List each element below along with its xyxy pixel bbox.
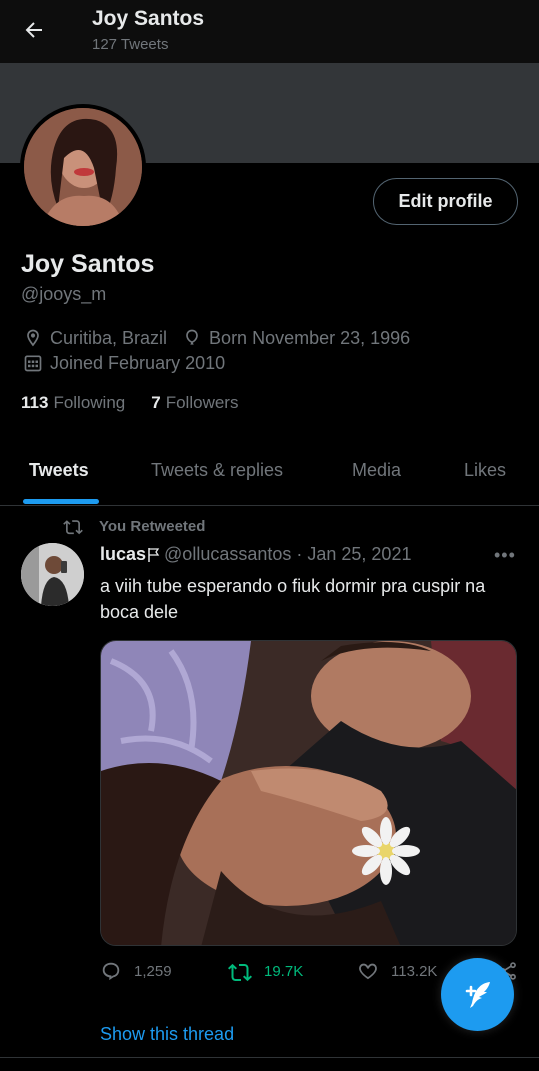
flag-icon: [147, 547, 161, 563]
retweet-button[interactable]: 19.7K: [228, 960, 303, 982]
retweet-context-label: You Retweeted: [99, 517, 206, 535]
reply-button[interactable]: 1,259: [100, 960, 172, 982]
edit-profile-button[interactable]: Edit profile: [373, 178, 518, 225]
following-label: Following: [53, 393, 126, 412]
profile-avatar[interactable]: [20, 104, 146, 230]
tweet-author-name[interactable]: lucas: [100, 544, 146, 565]
profile-meta-row-2: Joined February 2010: [22, 352, 225, 374]
profile-name: Joy Santos: [21, 250, 155, 278]
following-count: 113: [21, 393, 49, 412]
followers-link[interactable]: 7 Followers: [151, 393, 238, 413]
location-pin-icon: [22, 327, 44, 349]
compose-tweet-button[interactable]: [441, 958, 514, 1031]
like-count: 113.2K: [391, 962, 438, 980]
tweet-media-image[interactable]: [100, 640, 517, 946]
tab-likes[interactable]: Likes: [464, 460, 506, 481]
retweet-context: You Retweeted: [63, 517, 205, 535]
profile-tabs: Tweets Tweets & replies Media Likes: [0, 440, 539, 506]
more-icon[interactable]: •••: [494, 545, 516, 566]
reply-count: 1,259: [134, 962, 172, 980]
retweet-count: 19.7K: [264, 962, 304, 980]
active-tab-indicator: [23, 499, 99, 504]
tweet-author-handle[interactable]: @ollucassantos: [164, 544, 291, 565]
header-title: Joy Santos: [92, 7, 205, 30]
profile-handle: @jooys_m: [21, 284, 107, 304]
retweet-icon: [63, 517, 83, 535]
tweet-date[interactable]: Jan 25, 2021: [307, 544, 411, 565]
retweet-icon: [228, 960, 252, 982]
arrow-left-icon: [25, 22, 42, 38]
reply-icon: [100, 960, 122, 982]
tab-tweets-replies[interactable]: Tweets & replies: [151, 460, 283, 481]
followers-label: Followers: [165, 393, 239, 412]
back-button[interactable]: [18, 14, 50, 46]
compose-feather-icon: [465, 981, 490, 1008]
tweet-header: lucas @ollucassantos · Jan 25, 2021: [100, 544, 411, 565]
tab-tweets[interactable]: Tweets: [29, 460, 89, 481]
tweet-separator: ·: [296, 544, 303, 564]
header-tweet-count: 127 Tweets: [92, 36, 169, 53]
profile-location: Curitiba, Brazil: [50, 327, 168, 348]
tweet-author-avatar[interactable]: [21, 543, 84, 606]
profile-birthday: Born November 23, 1996: [209, 327, 411, 348]
balloon-icon: [181, 327, 203, 349]
heart-icon: [357, 960, 379, 982]
follow-stats: 113 Following 7 Followers: [21, 393, 264, 413]
tab-media[interactable]: Media: [352, 460, 401, 481]
divider: [0, 1057, 539, 1058]
profile-joined: Joined February 2010: [50, 352, 226, 373]
calendar-icon: [22, 352, 44, 374]
show-thread-link[interactable]: Show this thread: [100, 1024, 234, 1045]
like-button[interactable]: 113.2K: [357, 960, 437, 982]
profile-meta-row-1: Curitiba, Brazil Born November 23, 1996: [22, 327, 410, 349]
followers-count: 7: [151, 393, 161, 412]
tweet-text: a viih tube esperando o fiuk dormir pra …: [100, 576, 486, 622]
top-bar: Joy Santos 127 Tweets: [0, 0, 539, 63]
following-link[interactable]: 113 Following: [21, 393, 125, 413]
